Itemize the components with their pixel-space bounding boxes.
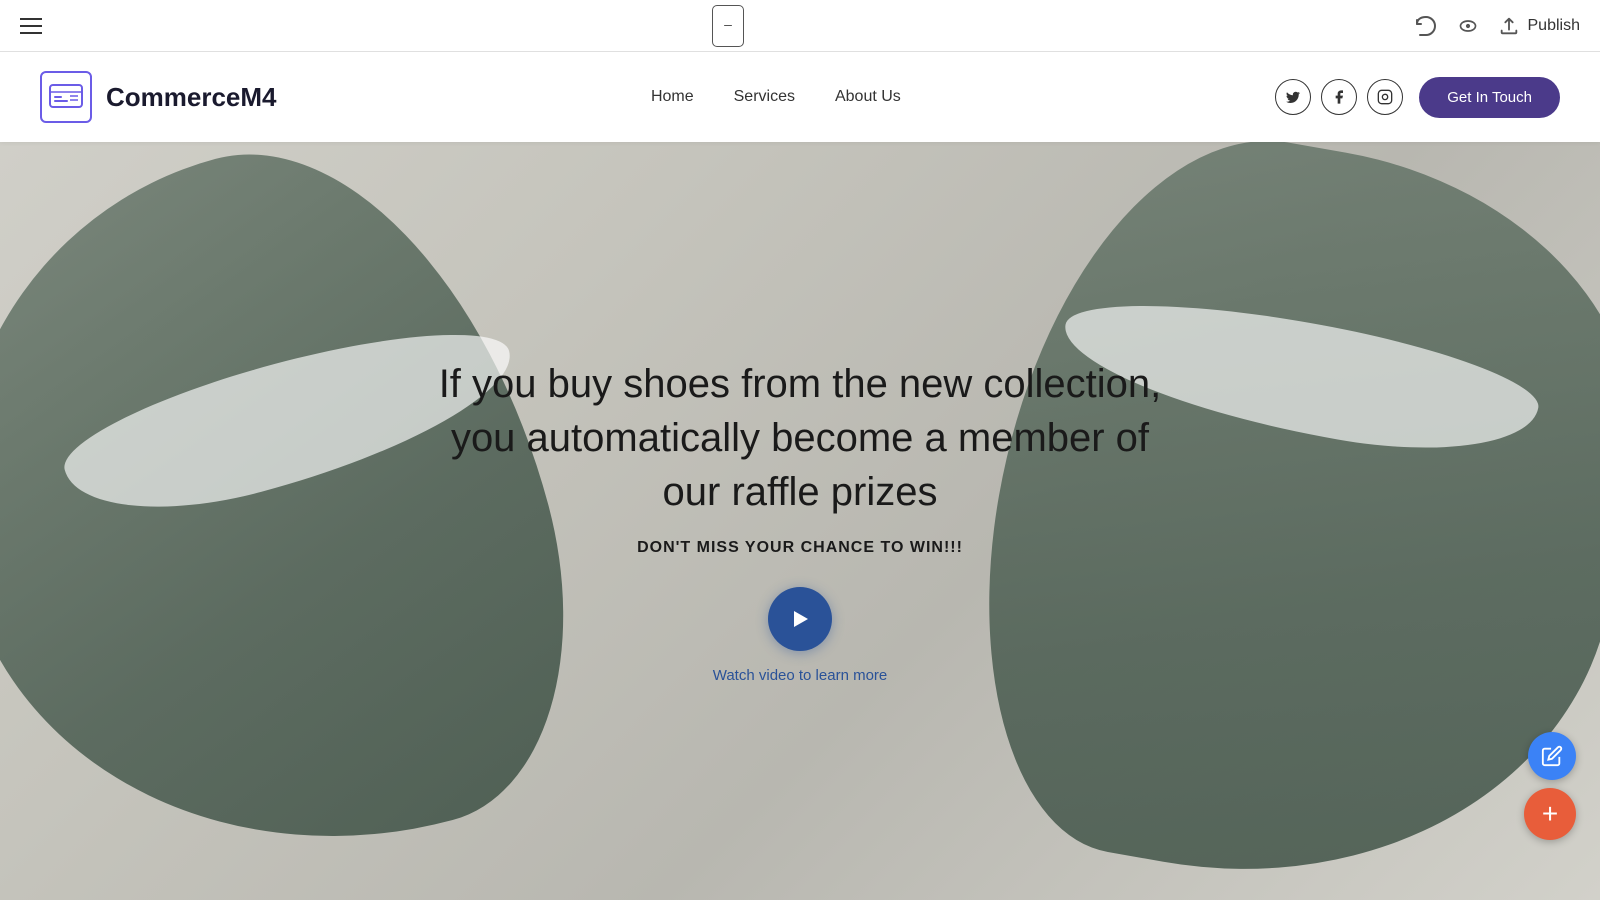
- hero-section: If you buy shoes from the new collection…: [0, 142, 1600, 900]
- logo-icon: [40, 71, 92, 123]
- site-nav: Home Services About Us: [651, 88, 901, 106]
- get-in-touch-button[interactable]: Get In Touch: [1419, 77, 1560, 118]
- social-icons: [1275, 79, 1403, 115]
- toolbar-center: [712, 5, 744, 47]
- preview-icon[interactable]: [1454, 16, 1482, 36]
- site-header: CommerceM4 Home Services About Us: [0, 52, 1600, 142]
- nav-services[interactable]: Services: [734, 88, 795, 106]
- hero-subtext: DON'T MISS YOUR CHANCE TO WIN!!!: [420, 539, 1180, 557]
- publish-button[interactable]: Publish: [1498, 15, 1580, 37]
- add-fab-button[interactable]: +: [1524, 788, 1576, 840]
- undo-icon[interactable]: [1414, 14, 1438, 38]
- hero-content: If you buy shoes from the new collection…: [420, 357, 1180, 685]
- edit-fab-button[interactable]: [1528, 732, 1576, 780]
- twitter-icon[interactable]: [1275, 79, 1311, 115]
- toolbar-right: Publish: [1414, 14, 1580, 38]
- publish-label: Publish: [1528, 17, 1580, 35]
- instagram-icon[interactable]: [1367, 79, 1403, 115]
- header-actions: Get In Touch: [1275, 77, 1560, 118]
- facebook-icon[interactable]: [1321, 79, 1357, 115]
- hero-headline: If you buy shoes from the new collection…: [420, 357, 1180, 519]
- mobile-preview-button[interactable]: [712, 5, 744, 47]
- toolbar-left: [20, 18, 42, 34]
- watch-video-link[interactable]: Watch video to learn more: [713, 667, 888, 684]
- nav-about[interactable]: About Us: [835, 88, 901, 106]
- site-logo: CommerceM4: [40, 71, 277, 123]
- logo-text: CommerceM4: [106, 82, 277, 113]
- nav-home[interactable]: Home: [651, 88, 694, 106]
- play-button[interactable]: [768, 587, 832, 651]
- hamburger-icon[interactable]: [20, 18, 42, 34]
- toolbar: Publish: [0, 0, 1600, 52]
